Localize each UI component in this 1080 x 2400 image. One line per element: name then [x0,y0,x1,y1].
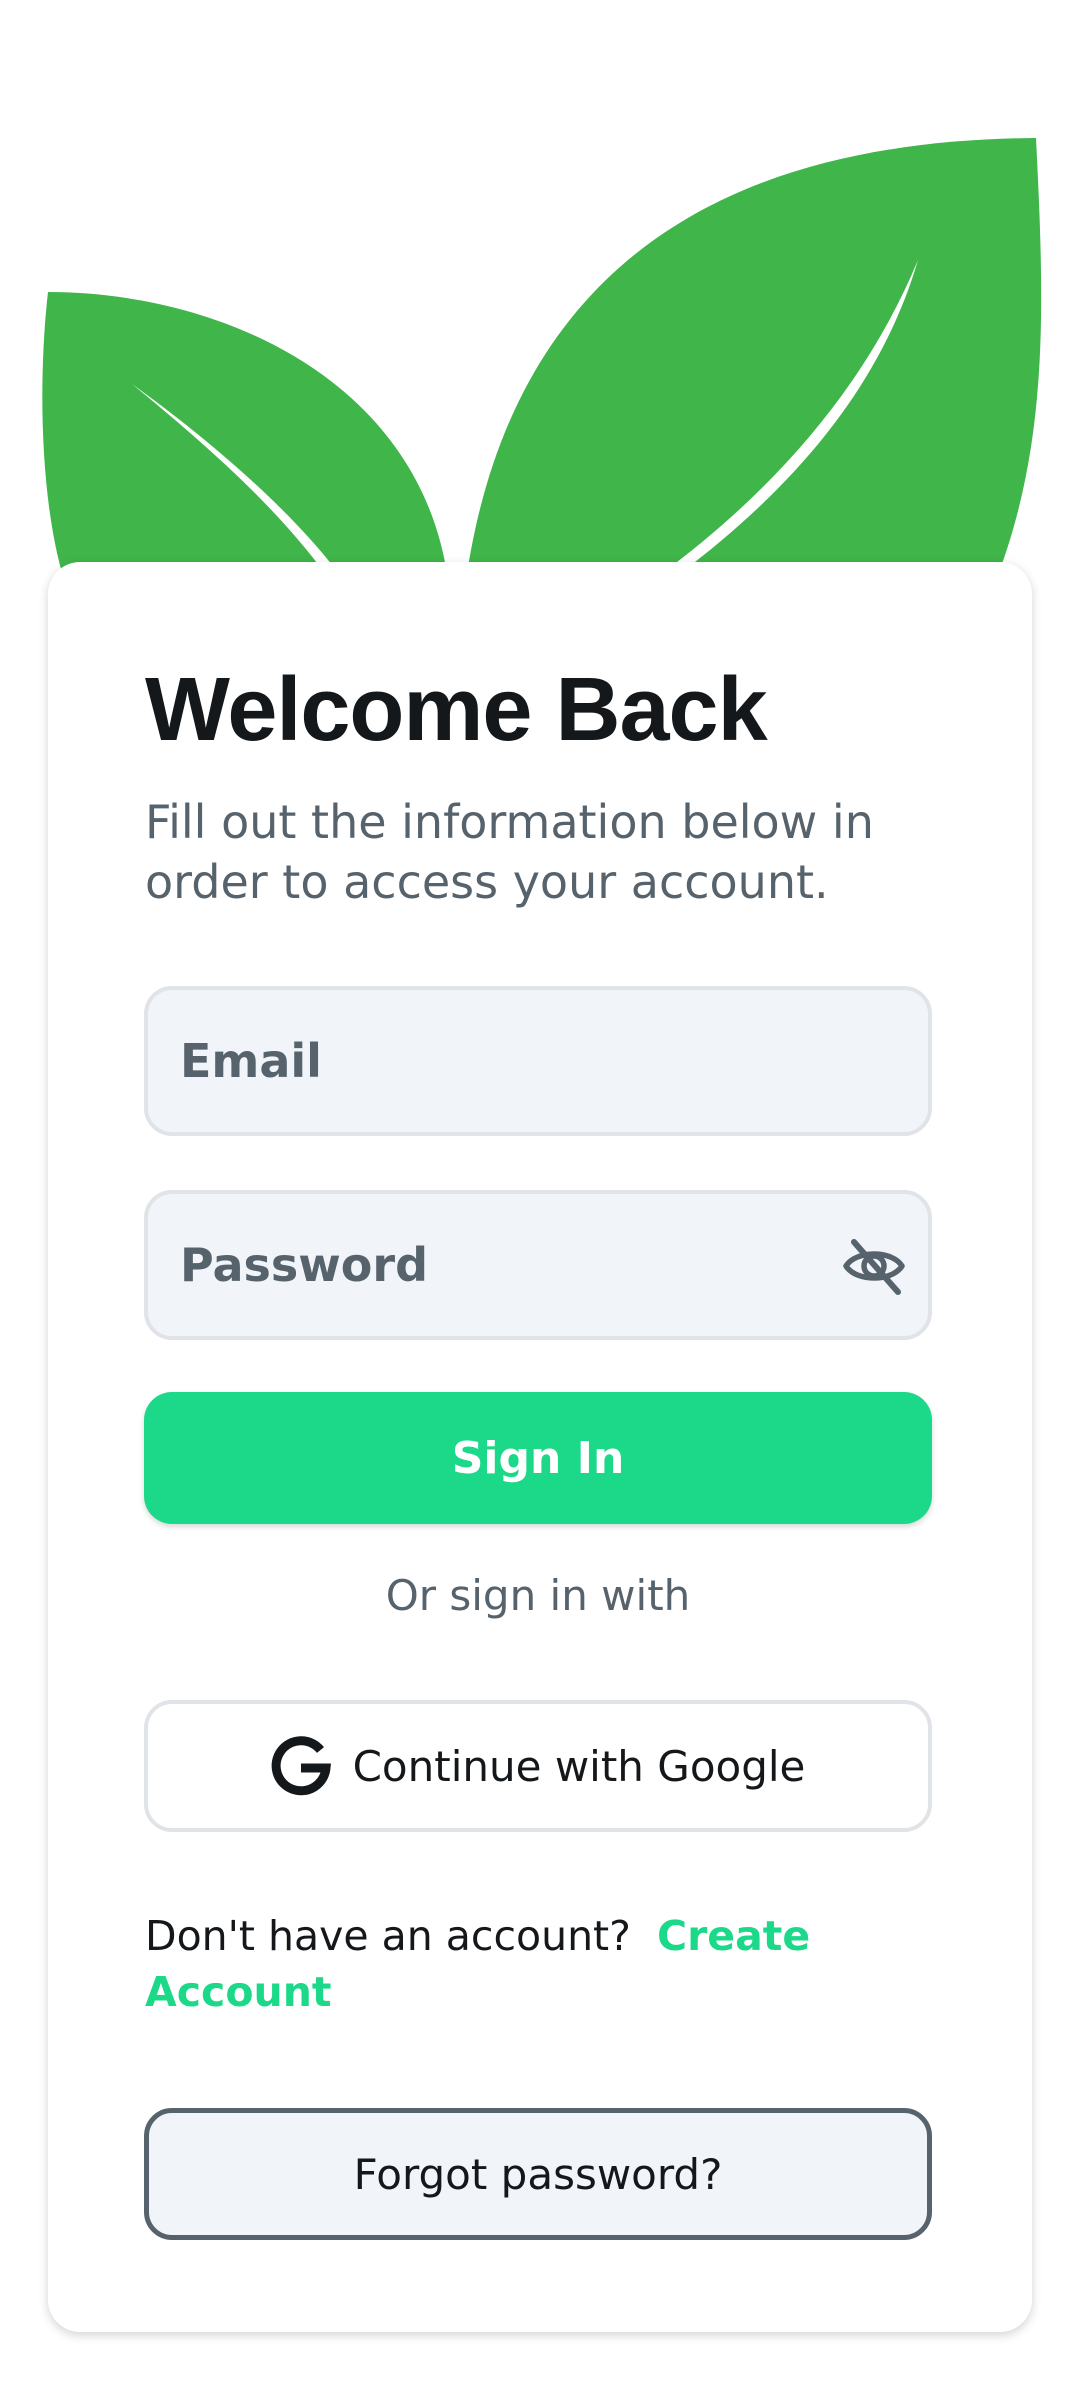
google-button-label: Continue with Google [352,1741,806,1791]
forgot-password-button[interactable]: Forgot password? [144,2108,932,2240]
account-prompt-text: Don't have an account? [145,1912,631,1960]
eye-off-icon[interactable] [842,1236,906,1296]
create-account-prompt: Don't have an account? Create Account [145,1908,845,2020]
password-input[interactable] [180,1194,820,1336]
page-subtitle: Fill out the information below in order … [145,795,874,909]
password-field[interactable] [144,1190,932,1340]
leaf-icon [42,138,1042,580]
sign-in-button[interactable]: Sign In [144,1392,932,1524]
email-input[interactable] [180,990,820,1132]
continue-with-google-button[interactable]: Continue with Google [144,1700,932,1832]
divider-text: Or sign in with [385,1571,691,1620]
email-field[interactable] [144,986,932,1136]
google-icon [271,1736,331,1796]
login-card: Welcome Back Fill out the information be… [48,562,1032,2332]
page-title: Welcome Back [145,660,768,760]
